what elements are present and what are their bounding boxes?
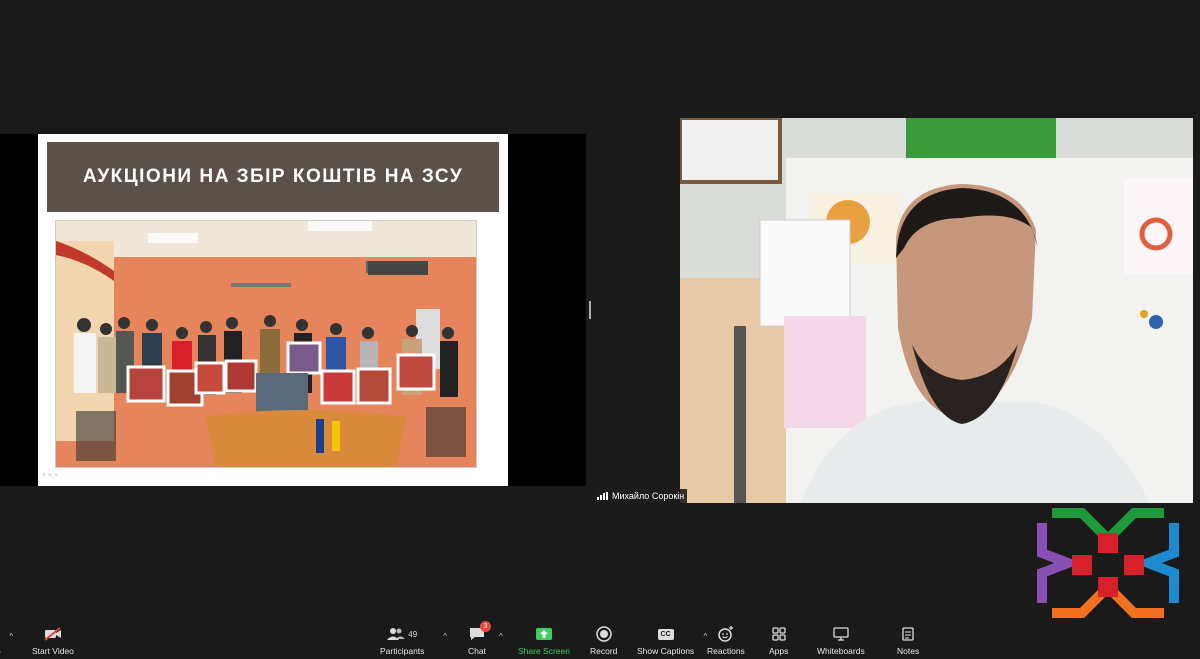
slide-title-bar: АУКЦІОНИ НА ЗБІР КОШТІВ НА ЗСУ xyxy=(47,142,499,212)
whiteboards-button[interactable]: Whiteboards xyxy=(817,624,865,656)
participants-button[interactable]: 49 ^ Participants xyxy=(380,624,447,656)
participant-name: Михайло Сорокін xyxy=(612,491,685,501)
record-icon xyxy=(595,626,612,642)
group-photo xyxy=(55,220,477,468)
show-captions-button[interactable]: CC ^ Show Captions xyxy=(637,624,707,656)
chat-options-caret-icon[interactable]: ^ xyxy=(499,632,503,641)
meeting-toolbar: ^ io Start Video 49 ^ Participants xyxy=(0,620,1200,659)
notes-icon xyxy=(902,627,914,641)
shared-screen[interactable]: АУКЦІОНИ НА ЗБІР КОШТІВ НА ЗСУ • • • xyxy=(0,134,586,486)
organization-logo xyxy=(1037,508,1179,618)
record-label: Record xyxy=(590,646,618,656)
participants-options-caret-icon[interactable]: ^ xyxy=(443,632,447,641)
audio-button[interactable]: ^ io xyxy=(0,624,13,656)
captions-icon: CC xyxy=(657,628,674,640)
notes-label: Notes xyxy=(897,646,920,656)
chat-button[interactable]: 3 ^ Chat xyxy=(468,621,503,656)
participants-count: 49 xyxy=(408,629,418,639)
chat-unread-badge: 3 xyxy=(479,621,491,632)
participant-video-image xyxy=(680,118,1193,503)
participant-name-tag: Михайло Сорокін xyxy=(594,489,688,503)
apps-label: Apps xyxy=(769,646,789,656)
reactions-button[interactable]: Reactions xyxy=(707,624,745,656)
whiteboard-icon xyxy=(833,627,849,641)
group-photo-image xyxy=(56,221,476,467)
slide-watermark: • • • xyxy=(42,470,59,481)
audio-options-caret-icon[interactable]: ^ xyxy=(9,632,13,641)
presentation-slide: АУКЦІОНИ НА ЗБІР КОШТІВ НА ЗСУ • • • xyxy=(38,134,508,486)
share-screen-button[interactable]: Share Screen xyxy=(518,624,570,656)
chat-label: Chat xyxy=(468,646,486,656)
notes-button[interactable]: Notes xyxy=(897,624,919,656)
audio-label: io xyxy=(0,646,1,656)
slide-title: АУКЦІОНИ НА ЗБІР КОШТІВ НА ЗСУ xyxy=(82,166,464,187)
start-video-button[interactable]: Start Video xyxy=(32,624,74,656)
signal-strength-icon xyxy=(597,492,608,500)
participants-icon xyxy=(387,628,406,640)
split-view-handle[interactable] xyxy=(589,301,591,319)
show-captions-label: Show Captions xyxy=(637,646,695,656)
apps-icon xyxy=(772,627,786,641)
share-screen-icon xyxy=(535,628,552,640)
start-video-label: Start Video xyxy=(32,646,74,656)
reactions-label: Reactions xyxy=(707,646,745,656)
reactions-icon xyxy=(718,626,733,642)
video-off-icon xyxy=(44,627,61,641)
share-screen-label: Share Screen xyxy=(518,646,570,656)
whiteboards-label: Whiteboards xyxy=(817,646,865,656)
participants-label: Participants xyxy=(380,646,425,656)
apps-button[interactable]: Apps xyxy=(769,624,788,656)
record-button[interactable]: Record xyxy=(590,624,617,656)
participant-video-tile[interactable] xyxy=(680,118,1193,503)
